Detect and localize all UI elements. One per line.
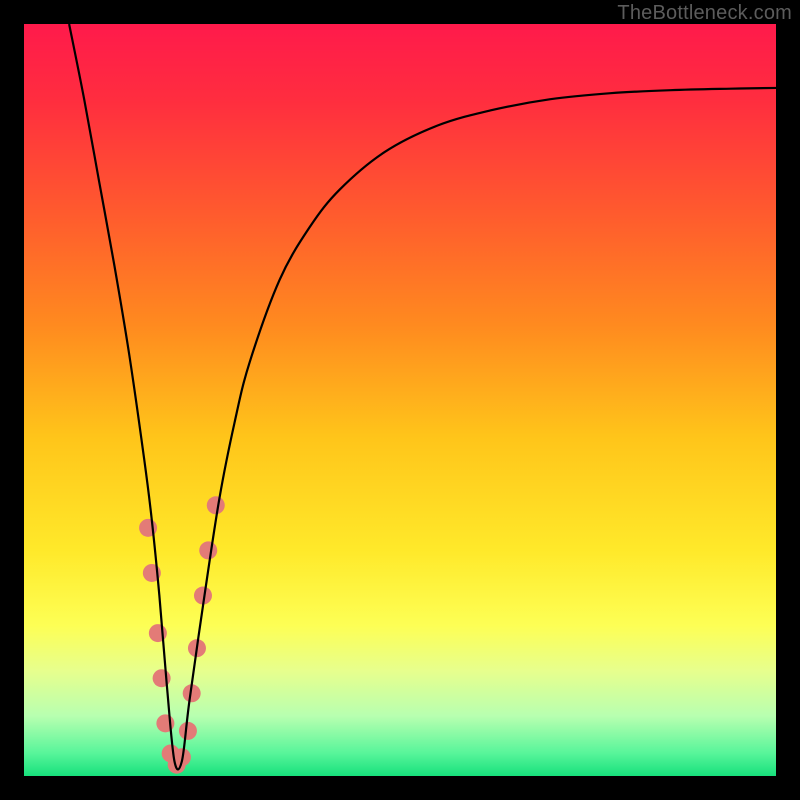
bottleneck-curve — [69, 24, 776, 769]
marker-dot — [207, 496, 225, 514]
marker-dot — [149, 624, 167, 642]
marker-dot — [199, 541, 217, 559]
marker-dot — [153, 669, 171, 687]
marker-dot — [179, 722, 197, 740]
chart-svg — [24, 24, 776, 776]
plot-area — [24, 24, 776, 776]
watermark-text: TheBottleneck.com — [617, 2, 792, 25]
chart-frame: TheBottleneck.com — [0, 0, 800, 800]
markers-group — [139, 496, 225, 773]
